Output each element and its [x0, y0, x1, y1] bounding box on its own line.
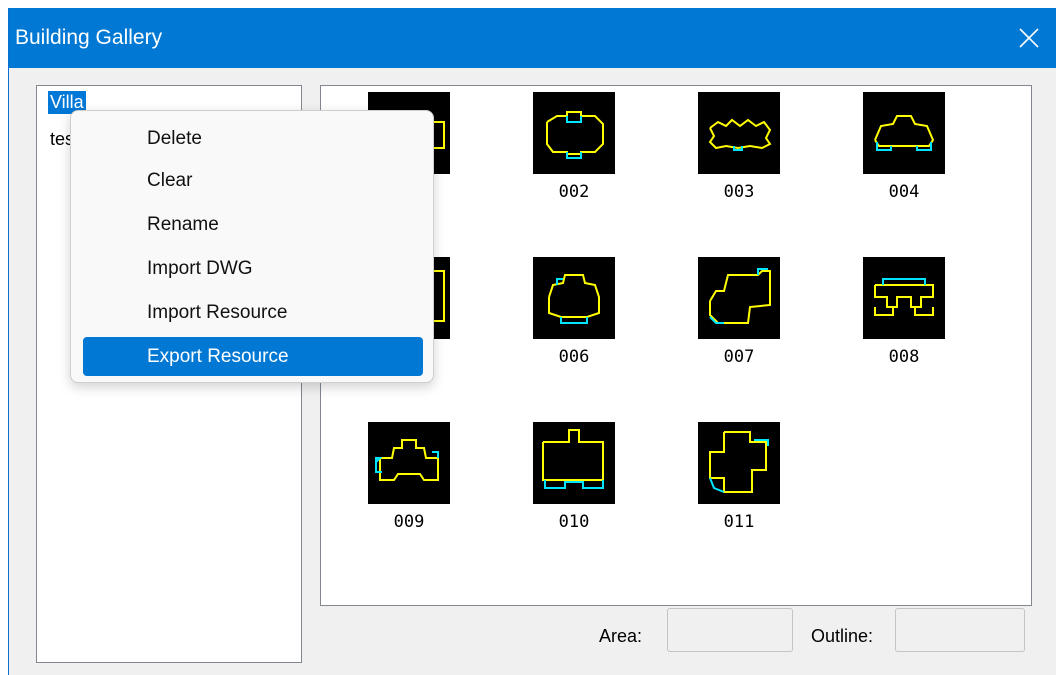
gallery-item-009[interactable]: 009 — [359, 416, 459, 546]
building-thumbnail — [533, 257, 615, 339]
building-thumbnail — [698, 92, 780, 174]
context-menu: Delete Clear Rename Import DWG Import Re… — [70, 110, 434, 383]
thumb-label: 003 — [723, 182, 755, 202]
menu-item-label: Import DWG — [147, 258, 253, 279]
thumb-label: 011 — [723, 512, 755, 532]
thumb-label: 010 — [558, 512, 590, 532]
menu-item-rename[interactable]: Rename — [83, 205, 423, 244]
menu-item-label: Import Resource — [147, 302, 288, 323]
menu-item-clear[interactable]: Clear — [83, 161, 423, 200]
thumb-label: 009 — [393, 512, 425, 532]
thumb-label: 004 — [888, 182, 920, 202]
menu-item-label: Export Resource — [147, 346, 289, 367]
gallery-item-010[interactable]: 010 — [524, 416, 624, 546]
building-thumbnail — [698, 422, 780, 504]
building-thumbnail — [533, 422, 615, 504]
window-title: Building Gallery — [15, 26, 163, 49]
menu-item-label: Delete — [147, 128, 202, 149]
close-button[interactable] — [1001, 8, 1056, 68]
gallery-item-007[interactable]: 007 — [689, 251, 789, 381]
area-label: Area: — [599, 626, 643, 646]
area-field[interactable] — [667, 608, 793, 652]
gallery-item-006[interactable]: 006 — [524, 251, 624, 381]
menu-item-import-dwg[interactable]: Import DWG — [83, 249, 423, 288]
thumb-label: 008 — [888, 347, 920, 367]
building-thumbnail — [863, 257, 945, 339]
thumb-label: 006 — [558, 347, 590, 367]
close-icon — [1019, 28, 1039, 48]
menu-item-import-resource[interactable]: Import Resource — [83, 293, 423, 332]
menu-item-label: Clear — [147, 170, 193, 191]
menu-item-delete[interactable]: Delete — [83, 119, 423, 158]
building-thumbnail — [863, 92, 945, 174]
gallery-item-002[interactable]: 002 — [524, 86, 624, 216]
gallery-item-008[interactable]: 008 — [854, 251, 954, 381]
outline-label: Outline: — [811, 626, 874, 646]
building-thumbnail — [698, 257, 780, 339]
gallery-item-003[interactable]: 003 — [689, 86, 789, 216]
menu-item-label: Rename — [147, 214, 219, 235]
title-bar[interactable]: Building Gallery — [9, 8, 1056, 68]
gallery-item-011[interactable]: 011 — [689, 416, 789, 546]
building-thumbnail — [368, 422, 450, 504]
menu-item-export-resource[interactable]: Export Resource — [83, 337, 423, 376]
thumb-label: 007 — [723, 347, 755, 367]
gallery-item-004[interactable]: 004 — [854, 86, 954, 216]
outline-field[interactable] — [895, 608, 1025, 652]
thumb-label: 002 — [558, 182, 590, 202]
building-thumbnail — [533, 92, 615, 174]
